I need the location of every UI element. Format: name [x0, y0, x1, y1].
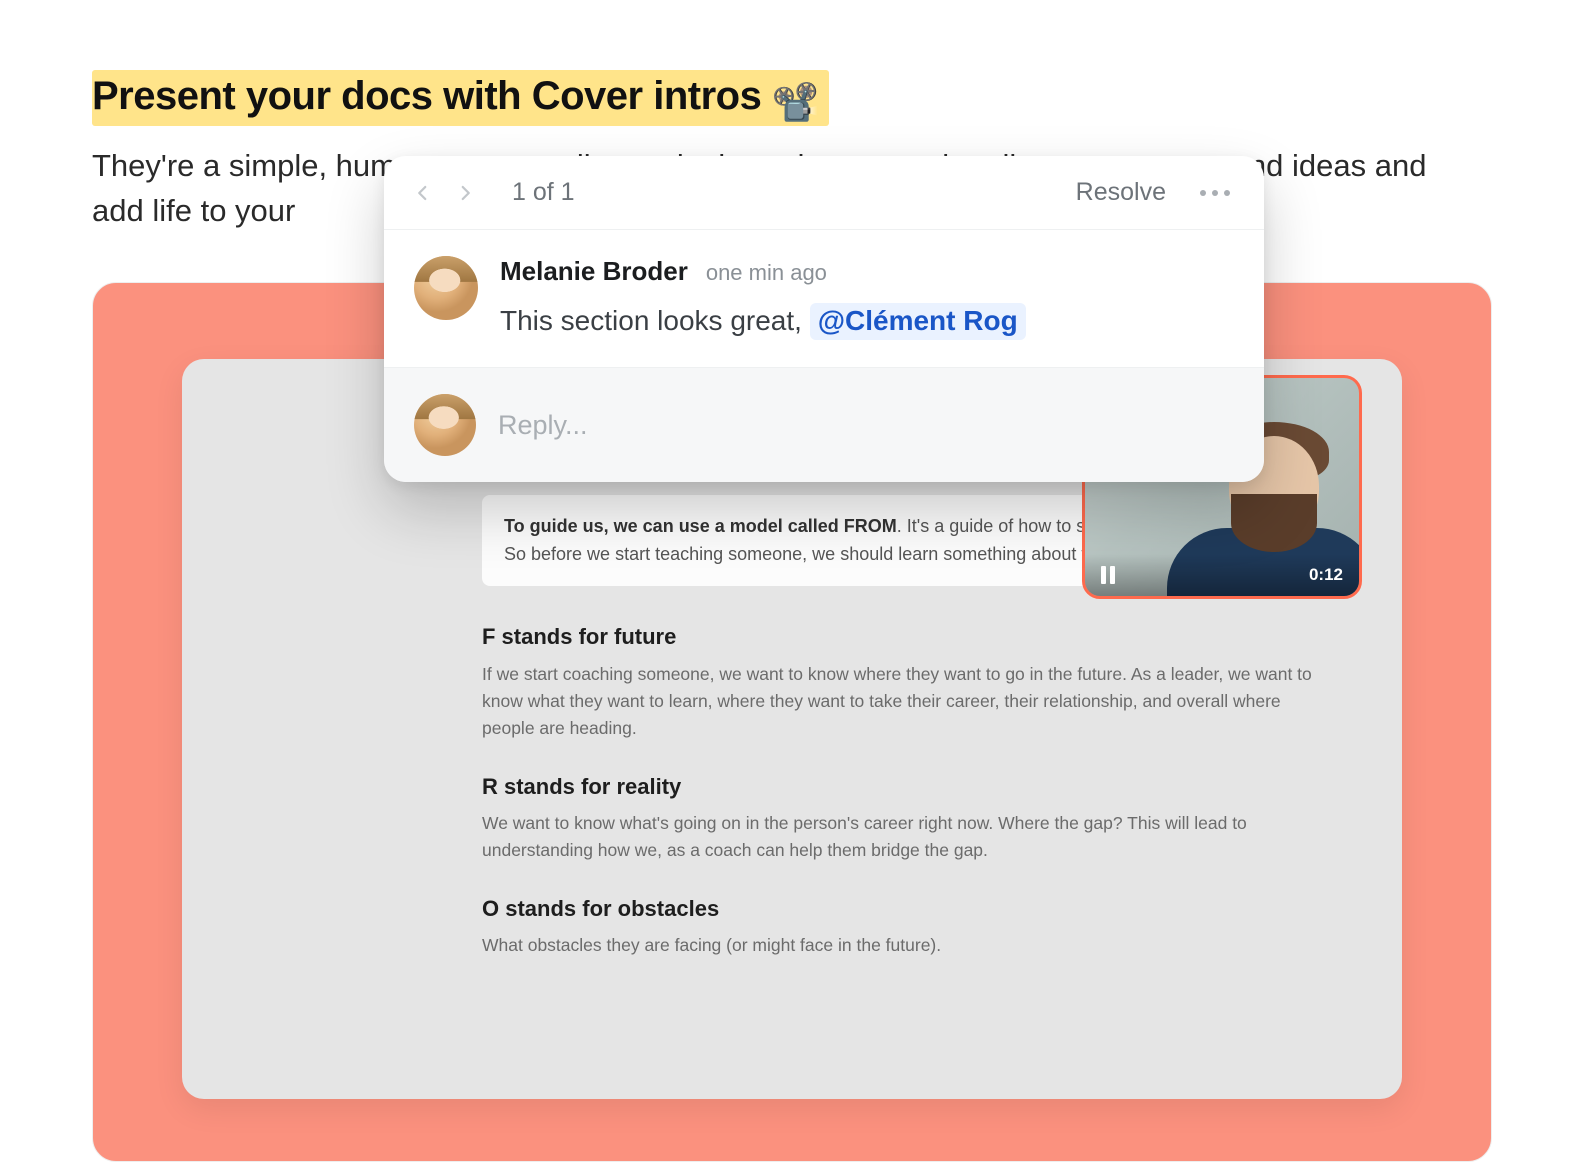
doc-heading: R stands for reality — [482, 770, 1312, 804]
projector-icon: 📽️ — [772, 84, 819, 122]
comment-author: Melanie Broder — [500, 256, 688, 287]
video-time: 0:12 — [1309, 565, 1343, 585]
chevron-left-icon — [414, 179, 432, 207]
avatar — [414, 394, 476, 456]
comment-popover: 1 of 1 Resolve Melanie Broder one min ag… — [384, 156, 1264, 482]
doc-paragraph: We want to know what's going on in the p… — [482, 810, 1312, 864]
comment-body: Melanie Broder one min ago This section … — [384, 230, 1264, 367]
page-title-highlight: Present your docs with Cover intros 📽️ — [92, 70, 829, 126]
resolve-button[interactable]: Resolve — [1076, 178, 1166, 207]
more-icon — [1200, 190, 1206, 196]
page-title: Present your docs with Cover intros — [92, 74, 761, 118]
more-options-button[interactable] — [1196, 186, 1234, 200]
next-comment-button[interactable] — [452, 180, 478, 206]
reply-input[interactable] — [498, 410, 1234, 441]
chevron-right-icon — [456, 179, 474, 207]
prev-comment-button[interactable] — [410, 180, 436, 206]
avatar — [414, 256, 478, 320]
video-controls: 0:12 — [1085, 554, 1359, 596]
mention[interactable]: @Clément Rog — [810, 303, 1026, 340]
callout-bold: To guide us, we can use a model called F… — [504, 516, 897, 536]
comment-timestamp: one min ago — [706, 260, 827, 286]
reply-row — [384, 367, 1264, 482]
doc-heading: O stands for obstacles — [482, 892, 1312, 926]
comment-message: This section looks great, @Clément Rog — [500, 305, 1234, 337]
doc-heading: F stands for future — [482, 620, 1312, 654]
comment-counter: 1 of 1 — [512, 178, 575, 207]
comment-text: This section looks great, — [500, 305, 810, 336]
comment-header: 1 of 1 Resolve — [384, 156, 1264, 230]
pause-icon[interactable] — [1101, 566, 1115, 584]
doc-paragraph: What obstacles they are facing (or might… — [482, 932, 1312, 959]
doc-paragraph: If we start coaching someone, we want to… — [482, 661, 1312, 742]
